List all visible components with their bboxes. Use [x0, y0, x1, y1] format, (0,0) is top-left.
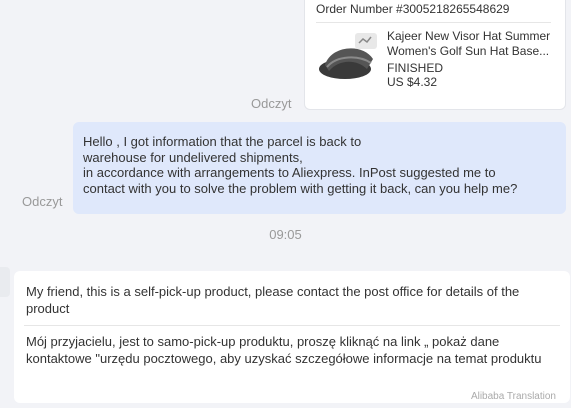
translation-divider — [24, 325, 560, 326]
product-title[interactable]: Kajeer New Visor Hat Summer Women's Golf… — [387, 29, 557, 59]
message-line: contact with you to solve the problem wi… — [83, 180, 518, 196]
order-number: Order Number #3005218265548629 — [316, 2, 510, 16]
read-receipt: Odczyt — [251, 96, 292, 111]
translation-credit: Alibaba Translation — [470, 391, 556, 402]
seller-avatar — [0, 267, 10, 297]
message-line: Hello , I got information that the parce… — [83, 134, 362, 149]
user-message-bubble: Hello , I got information that the parce… — [73, 122, 566, 214]
order-card-divider — [316, 22, 551, 23]
message-line: warehouse for undelivered shipments, — [83, 149, 303, 165]
message-timestamp: 09:05 — [269, 227, 302, 242]
order-card[interactable]: Order Number #3005218265548629 Kajeer Ne… — [304, 0, 566, 110]
product-price: US $4.32 — [387, 75, 438, 89]
product-thumbnail[interactable] — [315, 29, 383, 85]
seller-message-original: My friend, this is a self-pick-up produc… — [26, 284, 520, 316]
seller-message-translated: Mój przyjacielu, jest to samo-pick-up pr… — [26, 334, 542, 366]
order-status: FINISHED — [387, 61, 444, 75]
message-line: in accordance with arrangements to Aliex… — [83, 165, 496, 180]
seller-message-bubble: My friend, this is a self-pick-up produc… — [14, 271, 570, 403]
read-receipt: Odczyt — [22, 194, 63, 209]
